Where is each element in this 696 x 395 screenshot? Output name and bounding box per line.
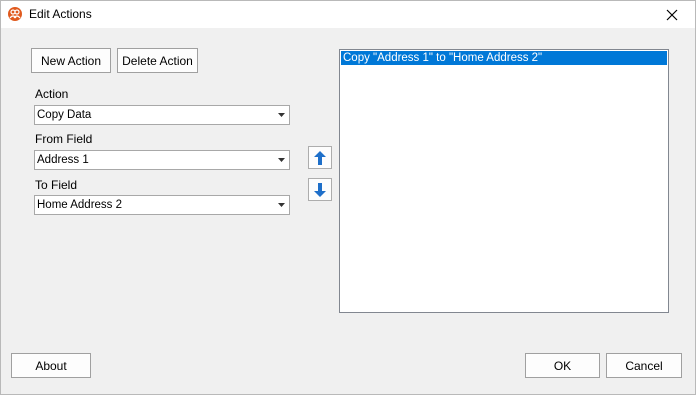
new-action-button[interactable]: New Action	[31, 48, 111, 73]
window-title: Edit Actions	[29, 7, 92, 21]
move-up-button[interactable]	[308, 146, 332, 169]
cancel-button[interactable]: Cancel	[606, 353, 682, 378]
list-item[interactable]: Copy "Address 1" to "Home Address 2"	[341, 51, 667, 65]
to-field-label: To Field	[35, 178, 78, 192]
move-down-button[interactable]	[308, 178, 332, 201]
edit-actions-dialog: Edit Actions New Action Delete Action Ac…	[0, 0, 696, 395]
from-field-label: From Field	[35, 132, 93, 146]
action-select[interactable]: Copy Data	[34, 105, 290, 125]
ok-button[interactable]: OK	[525, 353, 600, 378]
from-field-select[interactable]: Address 1	[34, 150, 290, 170]
action-value: Copy Data	[37, 109, 92, 121]
to-field-select[interactable]: Home Address 2	[34, 195, 290, 215]
delete-action-button[interactable]: Delete Action	[117, 48, 198, 73]
people-icon	[8, 7, 22, 21]
chevron-down-icon	[278, 113, 285, 117]
from-field-value: Address 1	[37, 154, 89, 166]
about-button[interactable]: About	[11, 353, 91, 378]
close-icon	[666, 9, 678, 20]
action-label: Action	[35, 87, 69, 101]
actions-list[interactable]: Copy "Address 1" to "Home Address 2"	[339, 49, 669, 313]
arrow-up-icon	[314, 150, 326, 165]
close-button[interactable]	[649, 1, 695, 28]
chevron-down-icon	[278, 158, 285, 162]
title-bar: Edit Actions	[1, 1, 695, 28]
to-field-value: Home Address 2	[37, 199, 123, 211]
arrow-down-icon	[314, 182, 326, 197]
chevron-down-icon	[278, 203, 285, 207]
